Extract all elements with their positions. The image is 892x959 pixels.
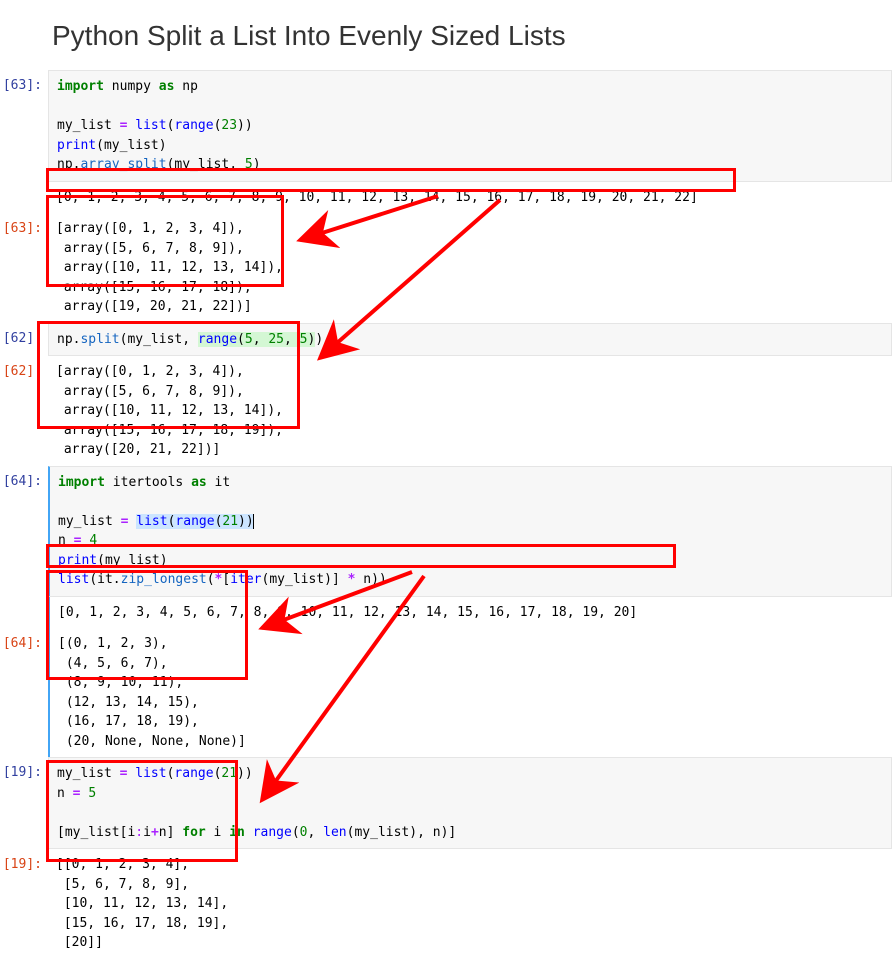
code-block[interactable]: import numpy as np my_list = list(range(… bbox=[48, 70, 892, 182]
in-prompt: [64]: bbox=[0, 466, 48, 597]
cell-63-result: [63]: [array([0, 1, 2, 3, 4]), array([5,… bbox=[0, 213, 892, 323]
out-prompt: [64]: bbox=[0, 628, 48, 757]
result: [[0, 1, 2, 3, 4], [5, 6, 7, 8, 9], [10, … bbox=[48, 849, 892, 959]
empty-prompt bbox=[0, 182, 48, 214]
stdout: [0, 1, 2, 3, 4, 5, 6, 7, 8, 9, 10, 11, 1… bbox=[48, 597, 892, 629]
in-prompt: [19]: bbox=[0, 757, 48, 849]
code-block[interactable]: np.split(my_list, range(5, 25, 5)) bbox=[48, 323, 892, 357]
cell-62-input: [62]: np.split(my_list, range(5, 25, 5)) bbox=[0, 323, 892, 357]
page-title: Python Split a List Into Evenly Sized Li… bbox=[0, 0, 892, 70]
cell-62-result: [62]: [array([0, 1, 2, 3, 4]), array([5,… bbox=[0, 356, 892, 466]
cell-63-input: [63]: import numpy as np my_list = list(… bbox=[0, 70, 892, 182]
cell-63-stdout: [0, 1, 2, 3, 4, 5, 6, 7, 8, 9, 10, 11, 1… bbox=[0, 182, 892, 214]
empty-prompt bbox=[0, 597, 48, 629]
in-prompt: [62]: bbox=[0, 323, 48, 357]
cell-64-result: [64]: [(0, 1, 2, 3), (4, 5, 6, 7), (8, 9… bbox=[0, 628, 892, 757]
stdout: [0, 1, 2, 3, 4, 5, 6, 7, 8, 9, 10, 11, 1… bbox=[48, 182, 892, 214]
in-prompt: [63]: bbox=[0, 70, 48, 182]
cell-19-input: [19]: my_list = list(range(21)) n = 5 [m… bbox=[0, 757, 892, 849]
cell-19-result: [19]: [[0, 1, 2, 3, 4], [5, 6, 7, 8, 9],… bbox=[0, 849, 892, 959]
code-block[interactable]: import itertools as it my_list = list(ra… bbox=[48, 466, 892, 597]
result: [(0, 1, 2, 3), (4, 5, 6, 7), (8, 9, 10, … bbox=[48, 628, 892, 757]
code-block[interactable]: my_list = list(range(21)) n = 5 [my_list… bbox=[48, 757, 892, 849]
cell-64-stdout: [0, 1, 2, 3, 4, 5, 6, 7, 8, 9, 10, 11, 1… bbox=[0, 597, 892, 629]
out-prompt: [19]: bbox=[0, 849, 48, 959]
out-prompt: [63]: bbox=[0, 213, 48, 323]
result: [array([0, 1, 2, 3, 4]), array([5, 6, 7,… bbox=[48, 213, 892, 323]
result: [array([0, 1, 2, 3, 4]), array([5, 6, 7,… bbox=[48, 356, 892, 466]
out-prompt: [62]: bbox=[0, 356, 48, 466]
cell-64-input: [64]: import itertools as it my_list = l… bbox=[0, 466, 892, 597]
